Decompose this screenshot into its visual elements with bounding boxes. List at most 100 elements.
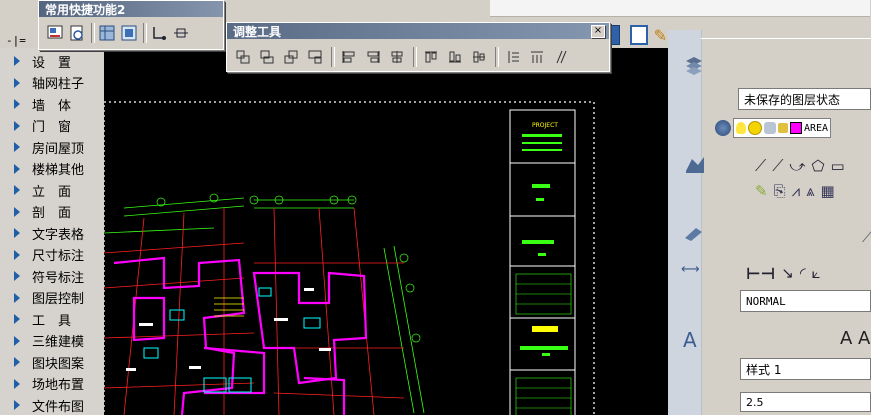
sidebar-item-label: 楼梯其他 xyxy=(32,163,85,178)
array-icon[interactable]: ▦ xyxy=(821,182,835,200)
align-top-icon[interactable] xyxy=(421,47,441,67)
toolbar-separator xyxy=(413,47,417,67)
expand-arrow-icon xyxy=(14,271,20,281)
draw-tools-row-2: ✎ ⎘ ⩘ ⩓ ▦ xyxy=(755,180,871,202)
layer-manager-icon[interactable] xyxy=(715,120,731,136)
sidebar-item-label: 文件布图 xyxy=(32,399,85,415)
leader-icon[interactable] xyxy=(149,23,169,43)
align-middle-icon[interactable] xyxy=(469,47,489,67)
align-top-left-icon[interactable] xyxy=(233,47,253,67)
radius-dim-icon[interactable]: ⟀ xyxy=(812,264,821,282)
frame-icon[interactable] xyxy=(119,23,139,43)
project-stamp: PROJECT xyxy=(532,122,558,129)
offset-icon[interactable]: ⩓ xyxy=(806,182,814,200)
aligned-dim-icon[interactable]: ↘ xyxy=(781,264,794,282)
sheet-frame xyxy=(104,101,595,415)
sidebar-item-label: 图层控制 xyxy=(32,292,85,307)
rectangle-icon[interactable]: ▭ xyxy=(831,157,845,175)
erase-icon[interactable]: ✎ xyxy=(755,182,768,200)
top-right-icons: ✎ xyxy=(605,24,667,46)
layer-color-swatch xyxy=(790,122,802,134)
sun-icon xyxy=(748,121,762,135)
layer-dropdown[interactable]: AREA xyxy=(733,118,832,138)
linear-dim-icon[interactable]: ⊢⊣ xyxy=(746,264,775,283)
open-icon[interactable] xyxy=(45,23,65,43)
copy-icon[interactable]: ⎘ xyxy=(774,182,786,200)
top-command-strip xyxy=(490,0,870,17)
align-center-icon[interactable] xyxy=(387,47,407,67)
expand-arrow-icon xyxy=(14,142,20,152)
align-top-right-icon[interactable] xyxy=(281,47,301,67)
sidebar-item[interactable]: 房间屋顶 xyxy=(0,136,104,158)
toolbar-title[interactable]: 常用快捷功能2 xyxy=(39,1,223,17)
layers-tab-icon[interactable] xyxy=(684,55,704,80)
modify-tab-icon[interactable] xyxy=(684,226,704,245)
sidebar-item[interactable]: 剖 面 xyxy=(0,201,104,223)
expand-arrow-icon xyxy=(14,99,20,109)
sidebar-item[interactable]: 轴网柱子 xyxy=(0,72,104,94)
sidebar-item[interactable]: 立 面 xyxy=(0,179,104,201)
layer-row: AREA xyxy=(715,118,871,138)
sidebar-item[interactable]: 文件布图 xyxy=(0,394,104,415)
expand-arrow-icon xyxy=(14,292,20,303)
layer-state-dropdown[interactable]: 未保存的图层状态 xyxy=(738,88,871,110)
align-left-icon[interactable] xyxy=(339,47,359,67)
text-big-letters: A A xyxy=(840,328,871,349)
sidebar-item-label: 墙 体 xyxy=(32,98,72,114)
sidebar-item[interactable]: 图层控制 xyxy=(0,287,104,309)
sidebar-item[interactable]: 三维建模 xyxy=(0,330,104,352)
drawing-canvas[interactable]: PROJECT xyxy=(104,48,668,415)
title-block-mark xyxy=(538,253,546,256)
align-right-icon[interactable] xyxy=(363,47,383,67)
title-block-mark xyxy=(536,198,544,201)
align-bottom-icon[interactable] xyxy=(445,47,465,67)
dimension-chain-icon[interactable] xyxy=(171,23,191,43)
title-block-mark xyxy=(520,346,568,350)
sidebar-item-label: 三维建模 xyxy=(32,335,85,350)
line-icon[interactable]: ⟋ xyxy=(755,156,766,176)
sidebar-item[interactable]: 设 置 xyxy=(0,50,104,72)
expand-arrow-icon xyxy=(14,206,20,217)
layer-state-value: 未保存的图层状态 xyxy=(744,92,841,107)
title-block-table xyxy=(515,377,572,415)
sidebar-item[interactable]: 图块图案 xyxy=(0,351,104,373)
polyline-icon[interactable]: ⤻ xyxy=(789,157,805,175)
dimension-tab-icon[interactable]: ⟷ xyxy=(681,262,700,277)
adjust-tools-toolbar: 调整工具 × xyxy=(226,22,610,72)
arc-dim-icon[interactable]: ◜ xyxy=(800,264,806,282)
dim-style-value: NORMAL xyxy=(746,294,786,308)
toolbar-title[interactable]: 调整工具 xyxy=(227,23,609,39)
title-block-mark xyxy=(522,149,562,151)
parallel-icon[interactable] xyxy=(551,47,571,67)
text-height-field[interactable]: 2.5 xyxy=(740,392,871,412)
preview-icon[interactable] xyxy=(67,23,87,43)
table-icon[interactable] xyxy=(97,23,117,43)
align-bottom-right-icon[interactable] xyxy=(305,47,325,67)
dim-style-dropdown[interactable]: NORMAL xyxy=(740,290,871,312)
draw-tab-icon[interactable] xyxy=(684,155,706,178)
sidebar-item[interactable]: 场地布置 xyxy=(0,373,104,395)
toolbar-separator xyxy=(495,47,499,67)
distribute-horizontal-icon[interactable] xyxy=(527,47,547,67)
design-center-icon[interactable] xyxy=(630,25,648,45)
sidebar-item[interactable]: 楼梯其他 xyxy=(0,158,104,180)
construction-line-icon[interactable]: ⟋ xyxy=(772,156,783,176)
distribute-vertical-icon[interactable] xyxy=(503,47,523,67)
dock-marker-icon: -|= xyxy=(6,34,26,47)
mirror-icon[interactable]: ⩘ xyxy=(792,182,800,200)
text-tab-icon[interactable]: A xyxy=(683,328,697,352)
sidebar-item[interactable]: 墙 体 xyxy=(0,93,104,115)
text-style-value: 样式 1 xyxy=(746,362,782,377)
close-icon[interactable]: × xyxy=(591,25,605,38)
bulb-icon xyxy=(736,122,746,134)
polygon-icon[interactable]: ⬠ xyxy=(811,157,824,175)
sidebar-item[interactable]: 文字表格 xyxy=(0,222,104,244)
toolbar-separator xyxy=(143,23,147,43)
brush-icon[interactable]: ✎ xyxy=(654,26,667,45)
text-style-dropdown[interactable]: 样式 1 xyxy=(740,358,871,380)
sidebar-item[interactable]: 尺寸标注 xyxy=(0,244,104,266)
sidebar-item[interactable]: 符号标注 xyxy=(0,265,104,287)
sidebar-item[interactable]: 门 窗 xyxy=(0,115,104,137)
align-bottom-left-icon[interactable] xyxy=(257,47,277,67)
sidebar-item[interactable]: 工 具 xyxy=(0,308,104,330)
